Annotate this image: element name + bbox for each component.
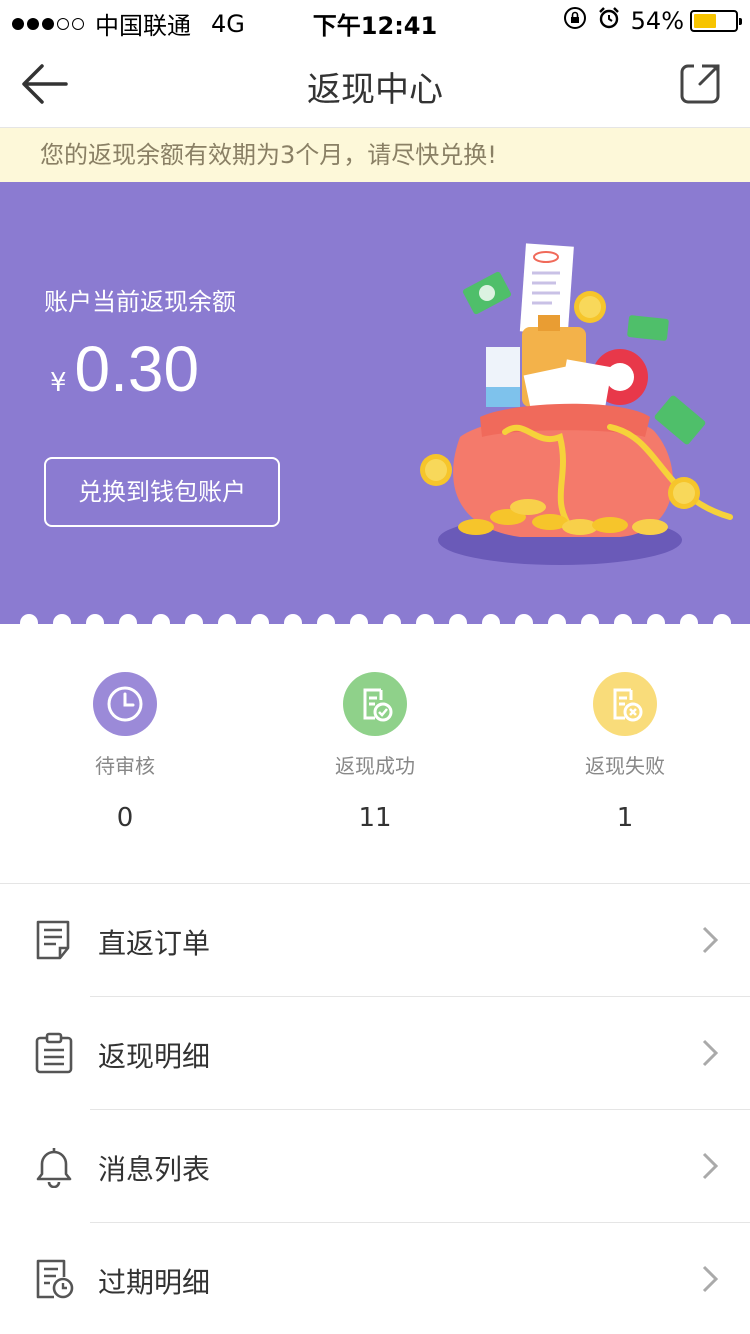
- stat-label: 返现失败: [585, 754, 665, 778]
- stat-success[interactable]: 返现成功 11: [250, 672, 500, 833]
- bell-icon: [32, 1144, 76, 1189]
- battery-icon: [690, 10, 742, 32]
- balance-amount: ¥ 0.30: [50, 332, 199, 406]
- balance-label: 账户当前返现余额: [44, 288, 236, 316]
- exchange-to-wallet-button[interactable]: 兑换到钱包账户: [44, 457, 280, 527]
- validity-notice: 您的返现余额有效期为3个月，请尽快兑换!: [0, 128, 750, 182]
- menu-item-direct-orders[interactable]: 直返订单: [0, 884, 750, 997]
- menu-list: 直返订单 返现明细 消息列表 过期明细: [0, 884, 750, 1334]
- clipboard-icon: [32, 1031, 76, 1075]
- document-check-icon: [343, 672, 407, 736]
- nav-bar: 返现中心: [0, 40, 750, 128]
- order-list-icon: [32, 918, 76, 962]
- menu-item-messages[interactable]: 消息列表: [0, 1110, 750, 1223]
- menu-item-label: 直返订单: [98, 927, 211, 960]
- chevron-right-icon: [702, 1152, 719, 1180]
- chevron-right-icon: [702, 1039, 719, 1067]
- stat-count: 11: [358, 803, 392, 833]
- menu-item-label: 消息列表: [98, 1153, 211, 1186]
- cashback-stats: 待审核 0 返现成功 11 返现失败 1: [0, 624, 750, 884]
- share-icon[interactable]: [678, 62, 722, 106]
- stat-count: 1: [616, 803, 634, 833]
- chevron-right-icon: [702, 1265, 719, 1293]
- document-x-icon: [593, 672, 657, 736]
- money-bag-illustration: [410, 237, 740, 577]
- battery-percent: 54%: [630, 7, 684, 35]
- menu-item-cashback-details[interactable]: 返现明细: [0, 997, 750, 1110]
- currency-symbol: ¥: [50, 368, 67, 398]
- menu-item-label: 返现明细: [98, 1040, 211, 1073]
- balance-banner: 账户当前返现余额 ¥ 0.30 兑换到钱包账户: [0, 182, 750, 624]
- balance-value: 0.30: [74, 333, 200, 405]
- status-right: 54%: [563, 6, 742, 36]
- clock-icon: [93, 672, 157, 736]
- chevron-right-icon: [702, 926, 719, 954]
- document-clock-icon: [32, 1257, 76, 1301]
- page-title: 返现中心: [307, 70, 443, 110]
- menu-item-label: 过期明细: [98, 1266, 211, 1299]
- menu-item-expired-details[interactable]: 过期明细: [0, 1223, 750, 1334]
- battery-level: [694, 14, 716, 28]
- scallop-edge: [0, 614, 750, 624]
- stat-count: 0: [116, 803, 134, 833]
- status-bar: 中国联通 4G 下午12:41 54%: [0, 0, 750, 40]
- orientation-lock-icon: [563, 6, 587, 36]
- stat-pending[interactable]: 待审核 0: [0, 672, 250, 833]
- stat-failed[interactable]: 返现失败 1: [500, 672, 750, 833]
- stat-label: 待审核: [95, 754, 155, 778]
- stat-label: 返现成功: [335, 754, 415, 778]
- alarm-icon: [597, 6, 621, 36]
